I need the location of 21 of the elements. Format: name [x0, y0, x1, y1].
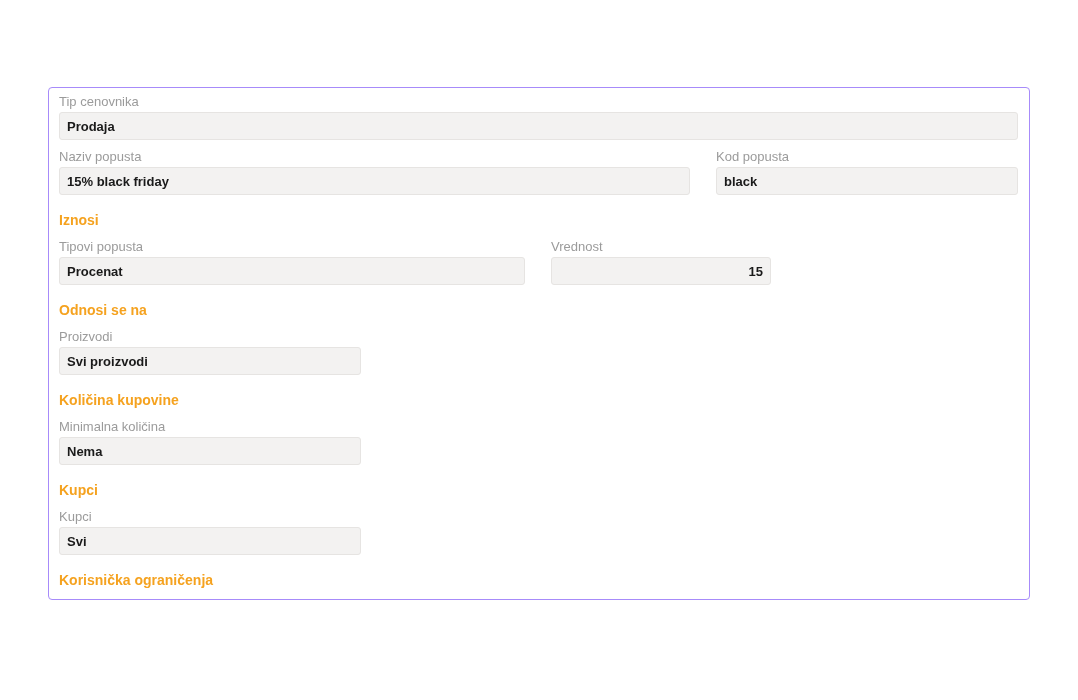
input-field[interactable]: black	[716, 167, 1018, 195]
input-field[interactable]: Procenat	[59, 257, 525, 285]
field-label: Naziv popusta	[59, 149, 143, 165]
input-field[interactable]: Nema	[59, 437, 361, 465]
field-label: Tip cenovnika	[59, 94, 140, 110]
section-heading: Kupci	[59, 481, 99, 499]
input-field[interactable]: 15	[551, 257, 771, 285]
section-heading: Odnosi se na	[59, 301, 148, 319]
field-label: Minimalna količina	[59, 419, 167, 435]
section-heading: Korisnička ograničenja	[59, 571, 215, 589]
field-label: Tipovi popusta	[59, 239, 145, 255]
field-label: Kupci	[59, 509, 93, 525]
input-field[interactable]: Svi	[59, 527, 361, 555]
input-field[interactable]: Prodaja	[59, 112, 1018, 140]
section-heading: Količina kupovine	[59, 391, 180, 409]
input-field[interactable]: Svi proizvodi	[59, 347, 361, 375]
field-label: Vrednost	[551, 239, 604, 255]
section-heading: Iznosi	[59, 211, 100, 229]
field-label: Kod popusta	[716, 149, 790, 165]
input-field[interactable]: 15% black friday	[59, 167, 690, 195]
field-label: Proizvodi	[59, 329, 114, 345]
